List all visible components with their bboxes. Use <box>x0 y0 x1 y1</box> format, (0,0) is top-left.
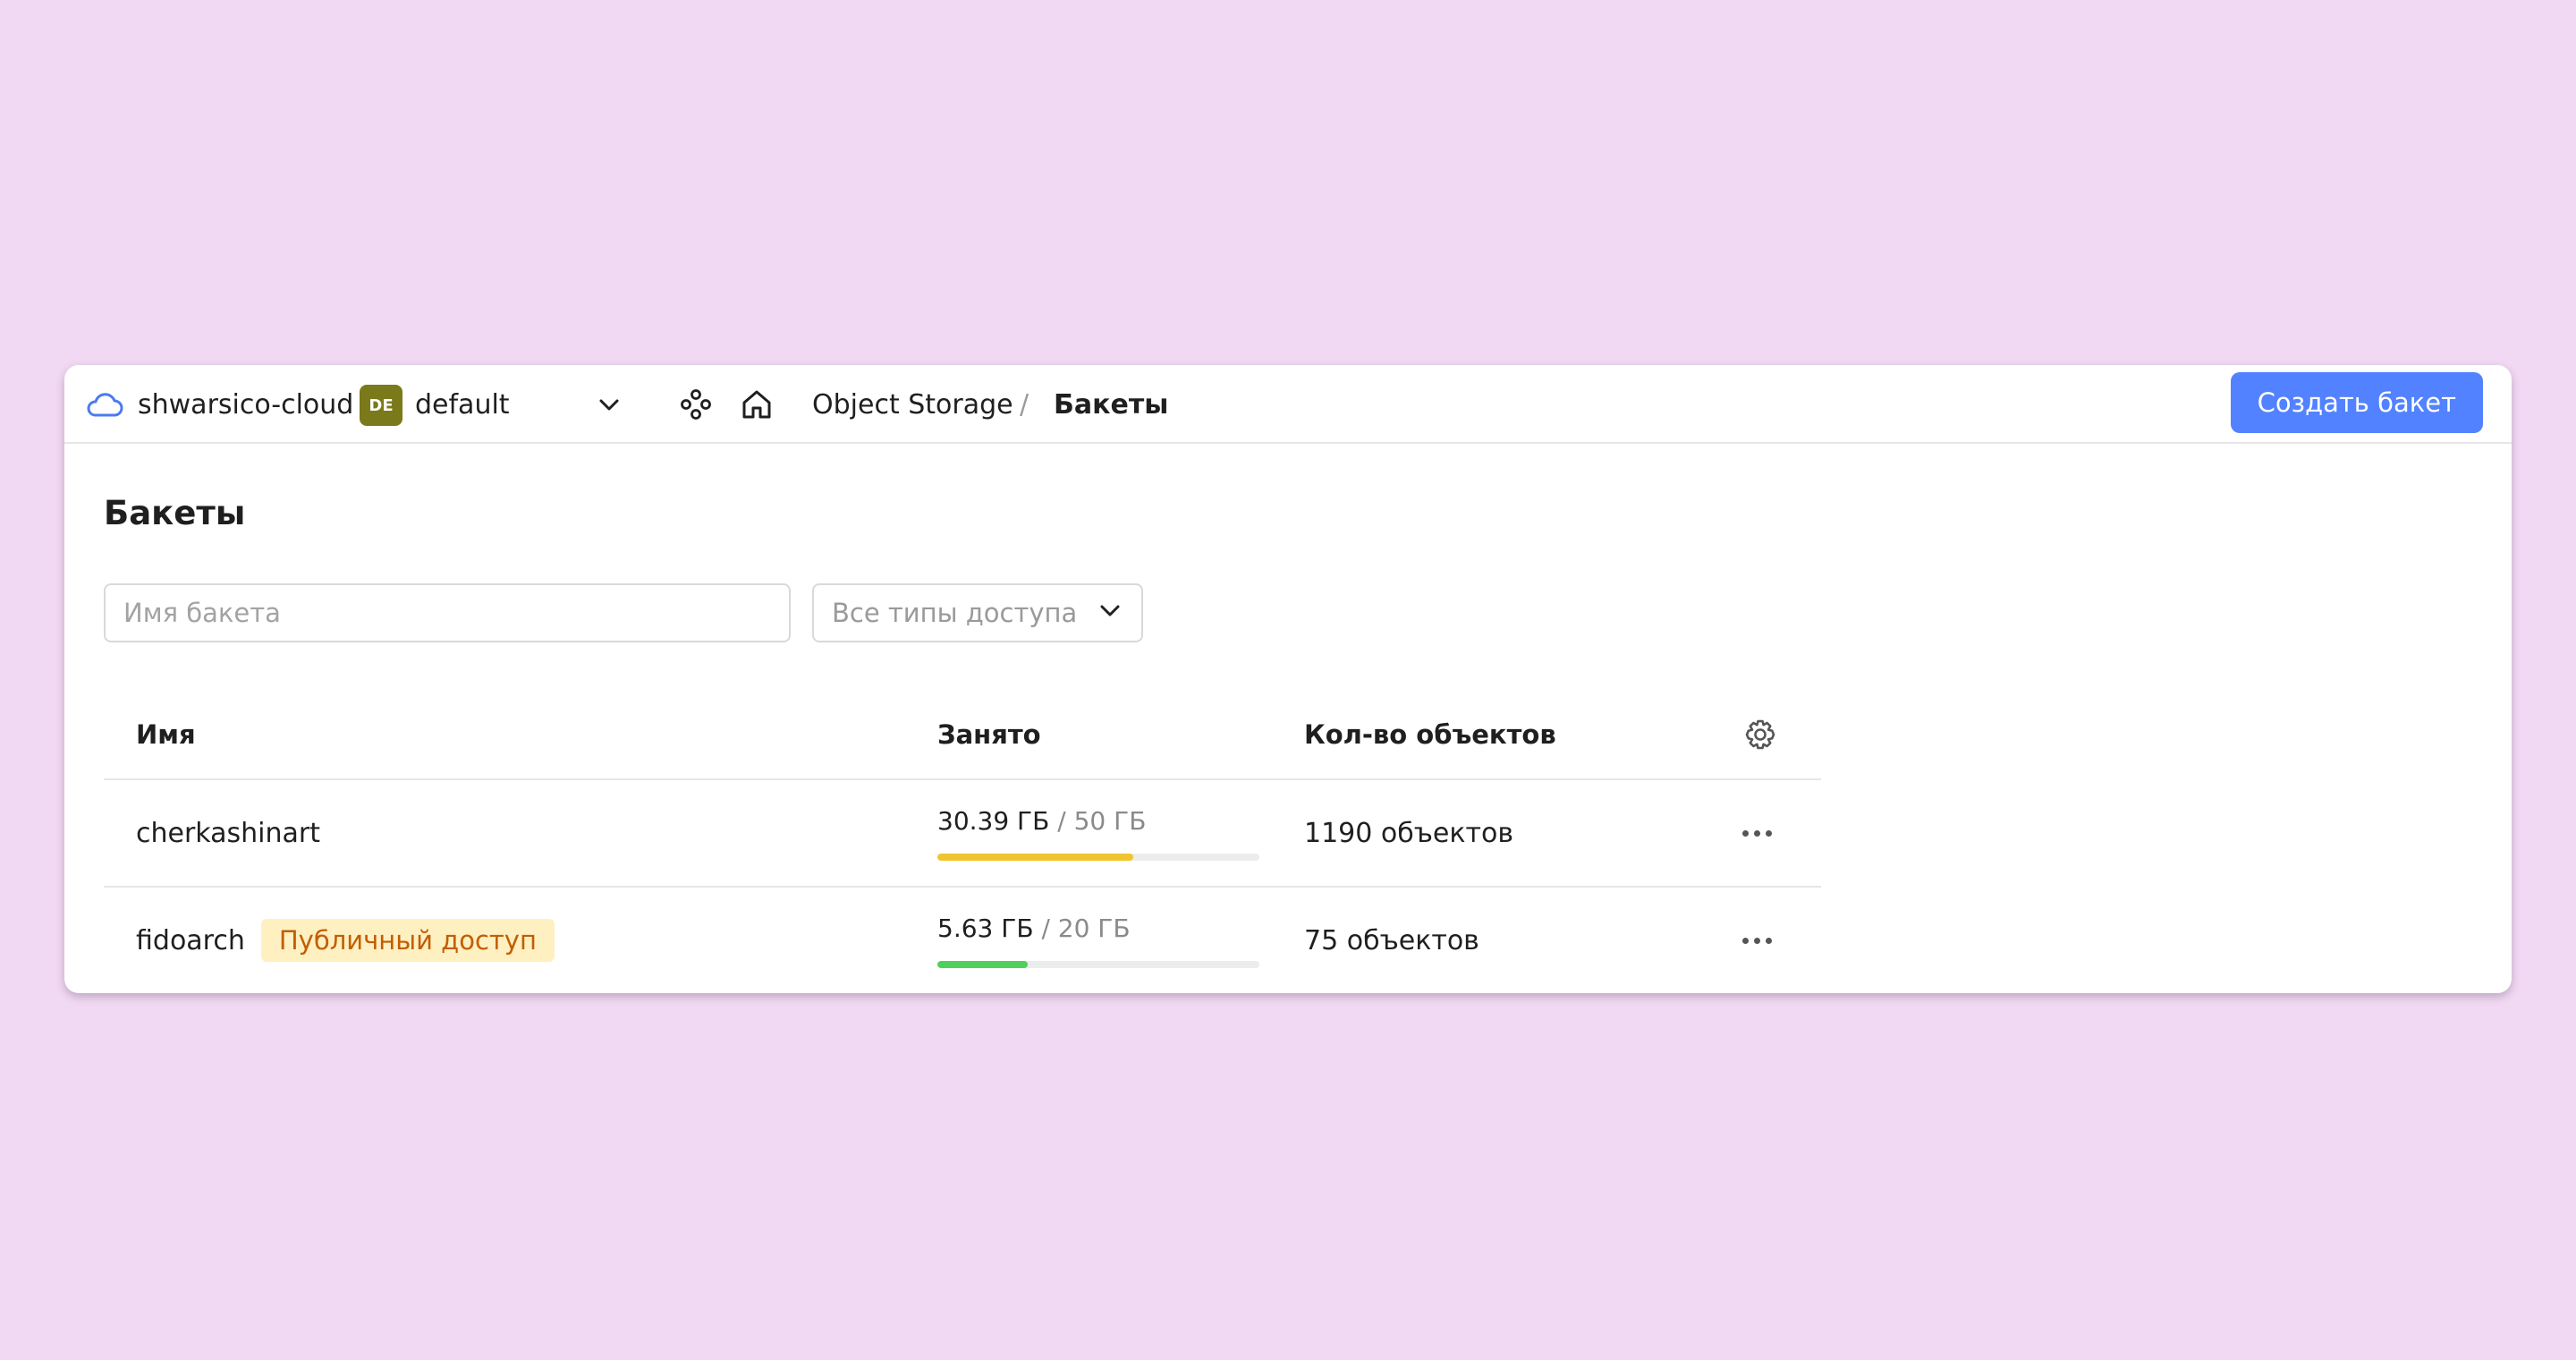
console-window: shwarsico-cloud DE default Object Storag… <box>64 365 2512 993</box>
more-actions-icon[interactable] <box>1742 780 1772 886</box>
access-type-select[interactable]: Все типы доступа <box>812 583 1143 642</box>
usage-text: 30.39 ГБ / 50 ГБ <box>937 806 1259 836</box>
more-actions-icon[interactable] <box>1742 888 1772 993</box>
usage-bar-fill <box>937 960 1029 968</box>
usage-total: / 20 ГБ <box>1041 913 1131 943</box>
breadcrumb-current: Бакеты <box>1054 388 1169 421</box>
usage-total: / 50 ГБ <box>1057 805 1147 836</box>
object-count-cell: 1190 объектов <box>1304 780 1513 886</box>
chevron-down-icon <box>1097 597 1123 630</box>
cloud-name[interactable]: shwarsico-cloud <box>138 365 353 444</box>
create-bucket-button[interactable]: Создать бакет <box>2230 372 2483 433</box>
usage-bar <box>937 960 1259 968</box>
breadcrumb-service[interactable]: Object Storage <box>812 365 1013 444</box>
table-row[interactable]: fidoarch Публичный доступ 5.63 ГБ / 20 Г… <box>104 888 1821 993</box>
object-count: 75 объектов <box>1304 924 1479 956</box>
services-icon[interactable] <box>678 365 714 444</box>
column-header-count[interactable]: Кол-во объектов <box>1304 691 1556 778</box>
page-title: Бакеты <box>104 494 246 532</box>
usage-cell: 5.63 ГБ / 20 ГБ <box>937 888 1259 993</box>
column-header-used[interactable]: Занято <box>937 691 1041 778</box>
column-header-name[interactable]: Имя <box>136 691 196 778</box>
object-count: 1190 объектов <box>1304 817 1514 849</box>
usage-used: 5.63 ГБ <box>937 913 1034 943</box>
usage-bar-fill <box>937 853 1133 861</box>
breadcrumb-separator: / <box>1020 388 1030 421</box>
bucket-name-cell: cherkashinart <box>136 780 320 886</box>
object-count-cell: 75 объектов <box>1304 888 1479 993</box>
usage-bar <box>937 853 1259 861</box>
bucket-search-input[interactable] <box>104 583 791 642</box>
bucket-name[interactable]: fidoarch <box>136 925 245 956</box>
cloud-icon[interactable] <box>86 365 123 444</box>
table-row[interactable]: cherkashinart 30.39 ГБ / 50 ГБ 1190 объе… <box>104 780 1821 888</box>
bucket-name-cell: fidoarch Публичный доступ <box>136 888 555 993</box>
buckets-table: Имя Занято Кол-во объектов cherkashinart <box>104 691 1821 993</box>
folder-badge[interactable]: DE <box>360 385 402 426</box>
usage-text: 5.63 ГБ / 20 ГБ <box>937 914 1259 943</box>
chevron-down-icon[interactable] <box>596 365 623 444</box>
usage-used: 30.39 ГБ <box>937 805 1050 836</box>
public-access-badge: Публичный доступ <box>260 919 555 962</box>
gear-icon[interactable] <box>1742 691 1778 778</box>
usage-cell: 30.39 ГБ / 50 ГБ <box>937 780 1259 886</box>
home-icon[interactable] <box>739 365 775 444</box>
table-header: Имя Занято Кол-во объектов <box>104 691 1821 780</box>
bucket-name[interactable]: cherkashinart <box>136 818 320 849</box>
top-header: shwarsico-cloud DE default Object Storag… <box>64 365 2512 444</box>
access-type-select-value: Все типы доступа <box>832 598 1078 628</box>
folder-name[interactable]: default <box>415 365 510 444</box>
